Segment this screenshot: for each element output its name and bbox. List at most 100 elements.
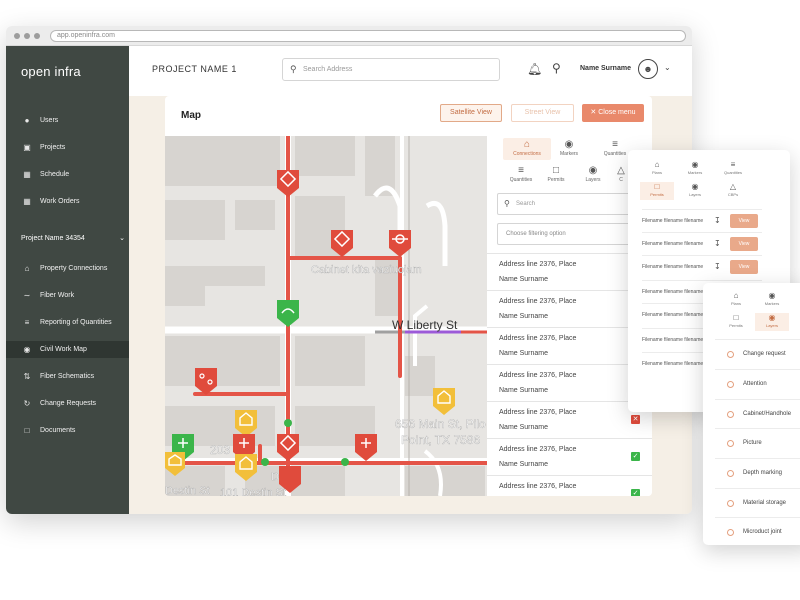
tab-label: Quantities	[723, 170, 742, 175]
sidebar-item-projects[interactable]: ▣ Projects	[6, 139, 129, 156]
view-button[interactable]: View	[730, 237, 758, 251]
tab-label: Markers	[764, 301, 780, 306]
eye-icon: ◉	[691, 182, 699, 191]
layer-row[interactable]: Cabinet/Handhole	[715, 399, 800, 429]
layer-toggle-icon[interactable]	[727, 500, 734, 507]
view-button[interactable]: View	[730, 260, 758, 274]
sidebar-item-fiber-schematics[interactable]: ⇅ Fiber Schematics	[6, 368, 129, 385]
sidebar-item-civil-work-map[interactable]: ◉ Civil Work Map	[6, 341, 129, 358]
sidebar-item-users[interactable]: ● Users	[6, 112, 129, 129]
download-icon[interactable]: ↧	[714, 233, 721, 255]
tab-permits[interactable]: □ Permits	[640, 182, 674, 200]
address-search-input[interactable]: ⚲ Search Address	[282, 58, 500, 81]
main-content: Map Satellite View Street View ✕ Close m…	[129, 96, 692, 514]
sidebar-item-label: Property Connections	[40, 265, 108, 272]
sidebar-item-property-connections[interactable]: ⌂ Property Connections	[6, 260, 129, 277]
approved-checkbox[interactable]: ✓	[631, 489, 640, 496]
sidebar-item-reporting[interactable]: ≡ Reporting of Quantities	[6, 314, 129, 331]
map-svg: Cabinet kita vaziuojam W Liberty St 656 …	[165, 136, 487, 496]
project-select[interactable]: Project Name 34354 ⌄	[21, 232, 125, 246]
tab-markers[interactable]: ◉ Markers	[755, 291, 789, 309]
layer-row[interactable]: Change request	[715, 339, 800, 369]
window-dot[interactable]	[24, 33, 30, 39]
sidebar-item-change-requests[interactable]: ↻ Change Requests	[6, 395, 129, 412]
panel-search-input[interactable]: ⚲ Search	[497, 193, 644, 215]
tab-markers[interactable]: ◉ Markers	[545, 138, 593, 160]
view-button[interactable]: View	[730, 214, 758, 228]
layer-toggle-icon[interactable]	[727, 411, 734, 418]
rejected-checkbox[interactable]: ✕	[631, 415, 640, 424]
sidebar-item-fiber-work[interactable]: ∼ Fiber Work	[6, 287, 129, 304]
user-name[interactable]: Name Surname	[580, 65, 631, 72]
tab-plans[interactable]: ⌂ Plans	[640, 160, 674, 178]
filter-select[interactable]: Choose filtering option	[497, 223, 644, 245]
sidebar-item-label: Fiber Work	[40, 292, 75, 299]
window-dot[interactable]	[14, 33, 20, 39]
list-item[interactable]: Address line 2376, Place Name Surname ✓	[487, 438, 652, 475]
tab-label: Layers	[765, 323, 778, 328]
warning-icon: △	[729, 182, 737, 191]
tab-permits[interactable]: □ Permits	[719, 313, 753, 331]
sidebar-item-documents[interactable]: □ Documents	[6, 422, 129, 439]
map-label-destin: Destin St	[165, 485, 210, 496]
layer-row[interactable]: Microduct joint	[715, 517, 800, 545]
tab-markers[interactable]: ◉ Markers	[678, 160, 712, 178]
document-icon: □	[654, 182, 660, 191]
address-line: Address line 2376, Place	[499, 298, 577, 305]
tab-plans[interactable]: ⌂ Plans	[719, 291, 753, 309]
tab-connections[interactable]: ⌂ Connections	[503, 138, 551, 160]
layer-label: Cabinet/Handhole	[743, 411, 792, 417]
layer-toggle-icon[interactable]	[727, 440, 734, 447]
list-item[interactable]: Address line 2376, Place ✓	[487, 475, 652, 496]
tab-layers[interactable]: ◉ Layers	[678, 182, 712, 200]
connection-marker	[389, 230, 411, 257]
map-view[interactable]: Cabinet kita vaziuojam W Liberty St 656 …	[165, 136, 487, 496]
tab-label: C	[619, 177, 623, 183]
street-view-button[interactable]: Street View	[511, 104, 574, 122]
address-name: Name Surname	[499, 461, 549, 468]
map-title: Map	[181, 110, 201, 121]
url-bar[interactable]: app.openinfra.com	[50, 30, 686, 42]
house-marker	[433, 388, 455, 415]
schematic-icon: ⇅	[23, 372, 31, 381]
map-label-destin-2: 101 Destin St	[220, 487, 286, 496]
sidebar-item-label: Schedule	[40, 171, 70, 178]
close-menu-button[interactable]: ✕ Close menu	[582, 104, 644, 122]
address-name: Name Surname	[499, 350, 549, 357]
tab-quantities[interactable]: ≡ Quantities	[716, 160, 750, 178]
layer-toggle-icon[interactable]	[727, 351, 734, 358]
map-label-address-1: 656 Main St, Pilo	[395, 417, 486, 431]
layer-row[interactable]: Picture	[715, 428, 800, 458]
layer-toggle-icon[interactable]	[727, 470, 734, 477]
download-icon[interactable]: ↧	[714, 256, 721, 278]
bell-icon[interactable]: 🔔︎	[527, 62, 542, 76]
home-icon: ⌂	[654, 160, 660, 169]
panel-search-placeholder: Search	[516, 201, 536, 207]
refresh-icon: ↻	[23, 399, 31, 408]
map-label-street: W Liberty St	[392, 318, 458, 332]
layer-toggle-icon[interactable]	[727, 381, 734, 388]
home-icon: ⌂	[24, 264, 30, 273]
layer-row[interactable]: Attention	[715, 369, 800, 399]
sidebar-item-work-orders[interactable]: ▦ Work Orders	[6, 193, 129, 210]
chevron-down-icon[interactable]: ⌄	[664, 63, 671, 72]
file-name: Filename filename filename	[642, 218, 704, 224]
download-icon[interactable]: ↧	[714, 210, 721, 232]
window-dot[interactable]	[34, 33, 40, 39]
tab-layers[interactable]: ◉ Layers	[755, 313, 789, 331]
schematic-marker	[195, 368, 217, 395]
sidebar-item-label: Users	[40, 117, 59, 124]
tab-cbps[interactable]: △ CBPs	[716, 182, 750, 200]
layer-toggle-icon[interactable]	[727, 529, 734, 536]
approved-checkbox[interactable]: ✓	[631, 452, 640, 461]
layer-row[interactable]: Material storage	[715, 488, 800, 518]
tab-label: Quantities	[603, 151, 627, 157]
sidebar-item-label: Fiber Schematics	[40, 373, 95, 380]
user-icon: ●	[24, 116, 30, 125]
sidebar-item-schedule[interactable]: ▦ Schedule	[6, 166, 129, 183]
file-name: Filename filename filename	[642, 241, 704, 247]
satellite-view-button[interactable]: Satellite View	[440, 104, 502, 122]
layer-row[interactable]: Depth marking	[715, 458, 800, 488]
avatar[interactable]: ☻	[638, 59, 658, 79]
search-icon[interactable]: ⚲	[552, 61, 561, 75]
